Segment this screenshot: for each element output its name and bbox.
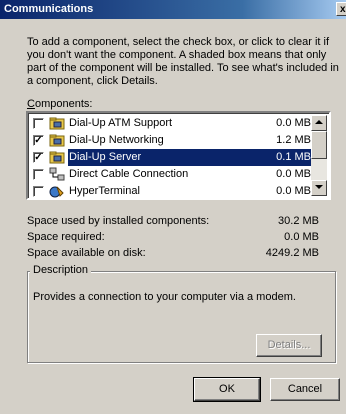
space-required-value: 0.0 MB xyxy=(284,231,319,243)
folder-icon xyxy=(49,134,65,147)
description-group-title: Description xyxy=(30,264,92,276)
folder-icon xyxy=(49,117,65,130)
scroll-thumb[interactable] xyxy=(311,131,327,159)
space-required-label: Space required: xyxy=(27,231,105,243)
details-button[interactable]: Details... xyxy=(256,334,322,357)
component-checkbox[interactable]: ✓ xyxy=(33,152,44,163)
folder-icon xyxy=(49,151,65,164)
component-name: Direct Cable Connection xyxy=(69,168,189,180)
space-available-label: Space available on disk: xyxy=(27,247,146,259)
cable-connection-icon xyxy=(49,167,65,181)
scroll-down-button[interactable] xyxy=(311,180,327,196)
instructions-text: To add a component, select the check box… xyxy=(27,36,339,87)
window-title: Communications xyxy=(4,3,94,15)
component-checkbox[interactable] xyxy=(33,169,44,180)
space-used-label: Space used by installed components: xyxy=(27,215,210,227)
cancel-button[interactable]: Cancel xyxy=(270,378,340,401)
arrow-down-icon xyxy=(315,185,323,189)
component-checkbox[interactable] xyxy=(33,118,44,129)
components-label: Components: xyxy=(27,98,92,110)
components-list[interactable]: Dial-Up ATM Support 0.0 MB ✓ Dial-Up Net… xyxy=(26,111,331,200)
component-row-dial-up-server[interactable]: ✓ Dial-Up Server 0.1 MB xyxy=(30,149,313,166)
component-row-dial-up-atm-support[interactable]: Dial-Up ATM Support 0.0 MB xyxy=(30,115,313,132)
arrow-up-icon xyxy=(315,120,323,124)
component-name: Dial-Up Server xyxy=(68,149,143,166)
component-row-direct-cable-connection[interactable]: Direct Cable Connection 0.0 MB xyxy=(30,166,313,183)
component-name: Dial-Up ATM Support xyxy=(69,117,173,129)
component-size: 0.0 MB xyxy=(276,185,311,197)
component-row-dial-up-networking[interactable]: ✓ Dial-Up Networking 1.2 MB xyxy=(30,132,313,149)
component-checkbox[interactable]: ✓ xyxy=(33,135,44,146)
component-size: 0.1 MB xyxy=(276,149,313,166)
component-checkbox[interactable] xyxy=(33,186,44,197)
hyperterminal-icon xyxy=(49,186,64,198)
scroll-up-button[interactable] xyxy=(311,115,327,131)
component-row-hyperterminal[interactable]: HyperTerminal 0.0 MB xyxy=(30,183,313,200)
component-size: 0.0 MB xyxy=(276,117,311,129)
space-available-value: 4249.2 MB xyxy=(265,247,319,259)
space-available-row: Space available on disk: 4249.2 MB xyxy=(27,247,319,261)
space-required-row: Space required: 0.0 MB xyxy=(27,231,319,245)
components-label-rest: omponents: xyxy=(34,98,93,110)
component-name: HyperTerminal xyxy=(69,185,140,197)
space-used-value: 30.2 MB xyxy=(278,215,319,227)
list-scrollbar[interactable] xyxy=(311,115,327,196)
title-bar[interactable]: Communications x xyxy=(0,0,346,19)
space-used-row: Space used by installed components: 30.2… xyxy=(27,215,319,229)
close-button[interactable]: x xyxy=(336,2,346,16)
component-size: 1.2 MB xyxy=(276,134,311,146)
ok-button[interactable]: OK xyxy=(193,377,261,402)
component-name: Dial-Up Networking xyxy=(69,134,164,146)
description-text: Provides a connection to your computer v… xyxy=(33,291,296,303)
component-size: 0.0 MB xyxy=(276,168,311,180)
components-label-mnemonic: C xyxy=(27,98,35,110)
